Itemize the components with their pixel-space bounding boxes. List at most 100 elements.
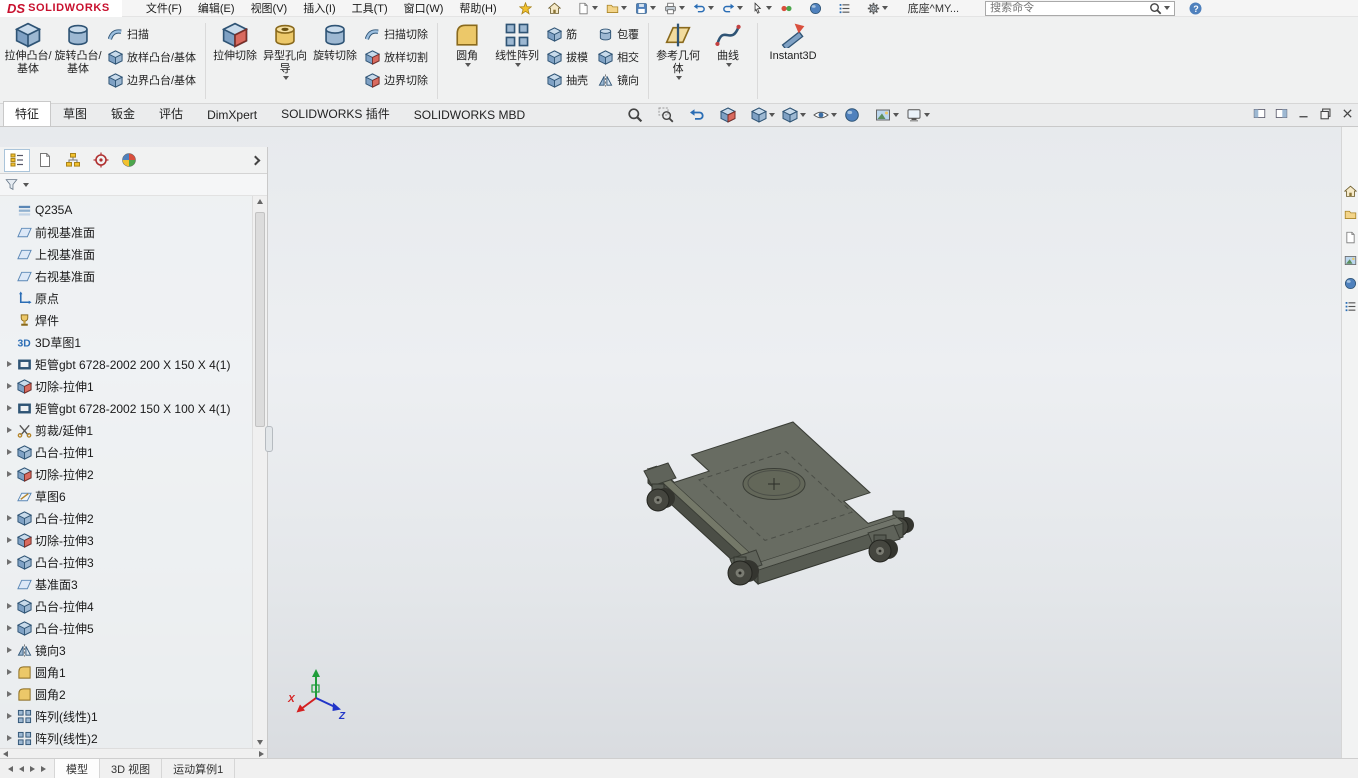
menu-view[interactable]: 视图(V) (243, 0, 296, 17)
search-caret-icon[interactable] (1164, 6, 1171, 10)
tree-item[interactable]: 3D草图1 (0, 331, 251, 353)
favorites-button[interactable] (515, 0, 544, 16)
tree-item[interactable]: 上视基准面 (0, 243, 251, 265)
minimize-button[interactable] (1297, 107, 1310, 120)
toggle-left-pane-button[interactable] (1253, 107, 1266, 120)
menu-tools[interactable]: 工具(T) (344, 0, 396, 17)
view-settings-button[interactable] (906, 107, 931, 123)
open-button[interactable] (602, 0, 631, 16)
expand-arrow-icon[interactable] (4, 405, 14, 411)
command-search[interactable] (985, 0, 1176, 16)
dropdown-caret-icon[interactable] (676, 76, 683, 80)
expand-arrow-icon[interactable] (4, 669, 14, 675)
close-button[interactable] (1341, 107, 1354, 120)
dropdown-caret-icon[interactable] (591, 6, 598, 10)
tab-solidworks-addins[interactable]: SOLIDWORKS 插件 (269, 101, 402, 126)
extruded-cut-button[interactable]: 拉伸切除 (210, 19, 260, 103)
expand-arrow-icon[interactable] (4, 713, 14, 719)
tab-solidworks-mbd[interactable]: SOLIDWORKS MBD (402, 104, 537, 126)
custom-properties-tab[interactable] (1344, 300, 1357, 313)
file-properties-button[interactable] (834, 0, 863, 16)
filter-caret-icon[interactable] (23, 182, 29, 187)
tab-scroll-left-icon[interactable] (8, 765, 13, 772)
expand-arrow-icon[interactable] (4, 383, 14, 389)
scroll-left-icon[interactable] (3, 750, 8, 757)
tree-item[interactable]: 圆角2 (0, 683, 251, 705)
expand-arrow-icon[interactable] (4, 361, 14, 367)
restore-button[interactable] (1319, 107, 1332, 120)
dropdown-caret-icon[interactable] (769, 113, 776, 117)
dropdown-caret-icon[interactable] (515, 63, 522, 67)
zoom-to-fit-button[interactable] (627, 107, 651, 123)
expand-arrow-icon[interactable] (4, 537, 14, 543)
search-icon[interactable] (1149, 2, 1162, 15)
tree-item[interactable]: 切除-拉伸3 (0, 529, 251, 551)
section-view-button[interactable] (720, 107, 744, 123)
tree-item[interactable]: 凸台-拉伸2 (0, 507, 251, 529)
scroll-up-icon[interactable] (257, 199, 263, 204)
panel-expand-button[interactable] (250, 153, 261, 167)
expand-arrow-icon[interactable] (4, 647, 14, 653)
tab-sheet-metal[interactable]: 钣金 (99, 101, 147, 126)
tab-scroll-last-icon[interactable] (41, 765, 46, 772)
scrollbar-thumb[interactable] (255, 212, 265, 427)
appearances-scenes-tab[interactable] (1344, 277, 1357, 290)
panel-splitter-handle[interactable] (265, 426, 273, 452)
menu-help[interactable]: 帮助(H) (451, 0, 504, 17)
tree-item[interactable]: 基准面3 (0, 573, 251, 595)
swept-cut-button[interactable]: 扫描切除 (365, 26, 428, 42)
expand-arrow-icon[interactable] (4, 735, 14, 741)
zoom-to-area-button[interactable] (658, 107, 682, 123)
intersect-button[interactable]: 相交 (598, 49, 639, 65)
dropdown-caret-icon[interactable] (649, 6, 656, 10)
home-button[interactable] (544, 0, 573, 16)
tree-item[interactable]: 右视基准面 (0, 265, 251, 287)
expand-arrow-icon[interactable] (4, 449, 14, 455)
view-palette-tab[interactable] (1344, 254, 1357, 267)
select-button[interactable] (747, 0, 776, 16)
swept-boss-button[interactable]: 扫描 (108, 26, 196, 42)
tab-dimxpert[interactable]: DimXpert (195, 104, 269, 126)
expand-arrow-icon[interactable] (4, 625, 14, 631)
dropdown-caret-icon[interactable] (736, 6, 743, 10)
display-manager-tab[interactable] (116, 149, 142, 172)
display-style-button[interactable] (782, 107, 807, 123)
tab-features[interactable]: 特征 (3, 101, 52, 126)
hide-show-items-button[interactable] (813, 107, 838, 123)
solidworks-resources-tab[interactable] (1344, 185, 1357, 198)
tree-item[interactable]: 圆角1 (0, 661, 251, 683)
rib-button[interactable]: 筋 (547, 26, 588, 42)
filter-icon[interactable] (5, 178, 18, 191)
tree-item[interactable]: 矩管gbt 6728-2002 200 X 150 X 4(1) (0, 353, 251, 375)
view-orientation-button[interactable] (751, 107, 776, 123)
revolved-boss-button[interactable]: 旋转凸台/基体 (53, 19, 103, 103)
tree-item[interactable]: 镜向3 (0, 639, 251, 661)
tree-item[interactable]: 原点 (0, 287, 251, 309)
tree-horizontal-scrollbar[interactable] (0, 748, 267, 758)
tree-scrollbar[interactable] (252, 196, 267, 748)
previous-view-button[interactable] (689, 107, 713, 123)
scroll-right-icon[interactable] (259, 750, 264, 757)
expand-arrow-icon[interactable] (4, 559, 14, 565)
expand-arrow-icon[interactable] (4, 691, 14, 697)
boundary-cut-button[interactable]: 边界切除 (365, 72, 428, 88)
tree-item[interactable]: 凸台-拉伸1 (0, 441, 251, 463)
tree-item[interactable]: 焊件 (0, 309, 251, 331)
menu-window[interactable]: 窗口(W) (396, 0, 452, 17)
appearances-button[interactable] (805, 0, 834, 16)
curves-button[interactable]: 曲线 (703, 19, 753, 103)
rebuild-button[interactable] (776, 0, 805, 16)
tab-evaluate[interactable]: 评估 (147, 101, 195, 126)
expand-arrow-icon[interactable] (4, 603, 14, 609)
tab-scroll-right-icon[interactable] (30, 765, 35, 772)
dropdown-caret-icon[interactable] (893, 113, 900, 117)
reference-geometry-button[interactable]: 参考几何体 (653, 19, 703, 103)
configuration-manager-tab[interactable] (60, 149, 86, 172)
instant3d-button[interactable]: Instant3D (762, 19, 824, 103)
dropdown-caret-icon[interactable] (924, 113, 931, 117)
wrap-button[interactable]: 包覆 (598, 26, 639, 42)
print-button[interactable] (660, 0, 689, 16)
scroll-down-icon[interactable] (257, 740, 263, 745)
tree-item[interactable]: 凸台-拉伸5 (0, 617, 251, 639)
model-tab[interactable]: 模型 (55, 759, 100, 778)
